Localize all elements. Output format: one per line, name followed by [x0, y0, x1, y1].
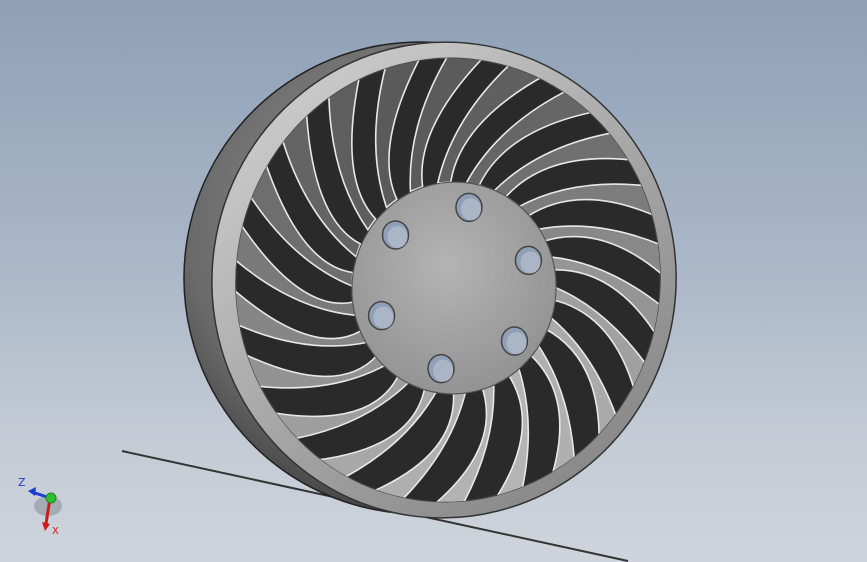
hub-hole-inner [460, 198, 481, 221]
hub-hole-inner [433, 359, 454, 382]
hub-hole-inner [387, 225, 408, 248]
z-axis-label: Z [18, 476, 26, 489]
x-axis-label: X [52, 526, 59, 537]
hub-hole-inner [520, 251, 541, 274]
hub-hole-inner [373, 306, 394, 329]
y-axis-dot [45, 492, 57, 504]
graphics-viewport[interactable]: Z X [0, 0, 867, 562]
orientation-triad[interactable]: Z X [14, 474, 78, 538]
hub-hole-inner [506, 332, 527, 355]
fan-wheel-model[interactable] [0, 0, 867, 562]
